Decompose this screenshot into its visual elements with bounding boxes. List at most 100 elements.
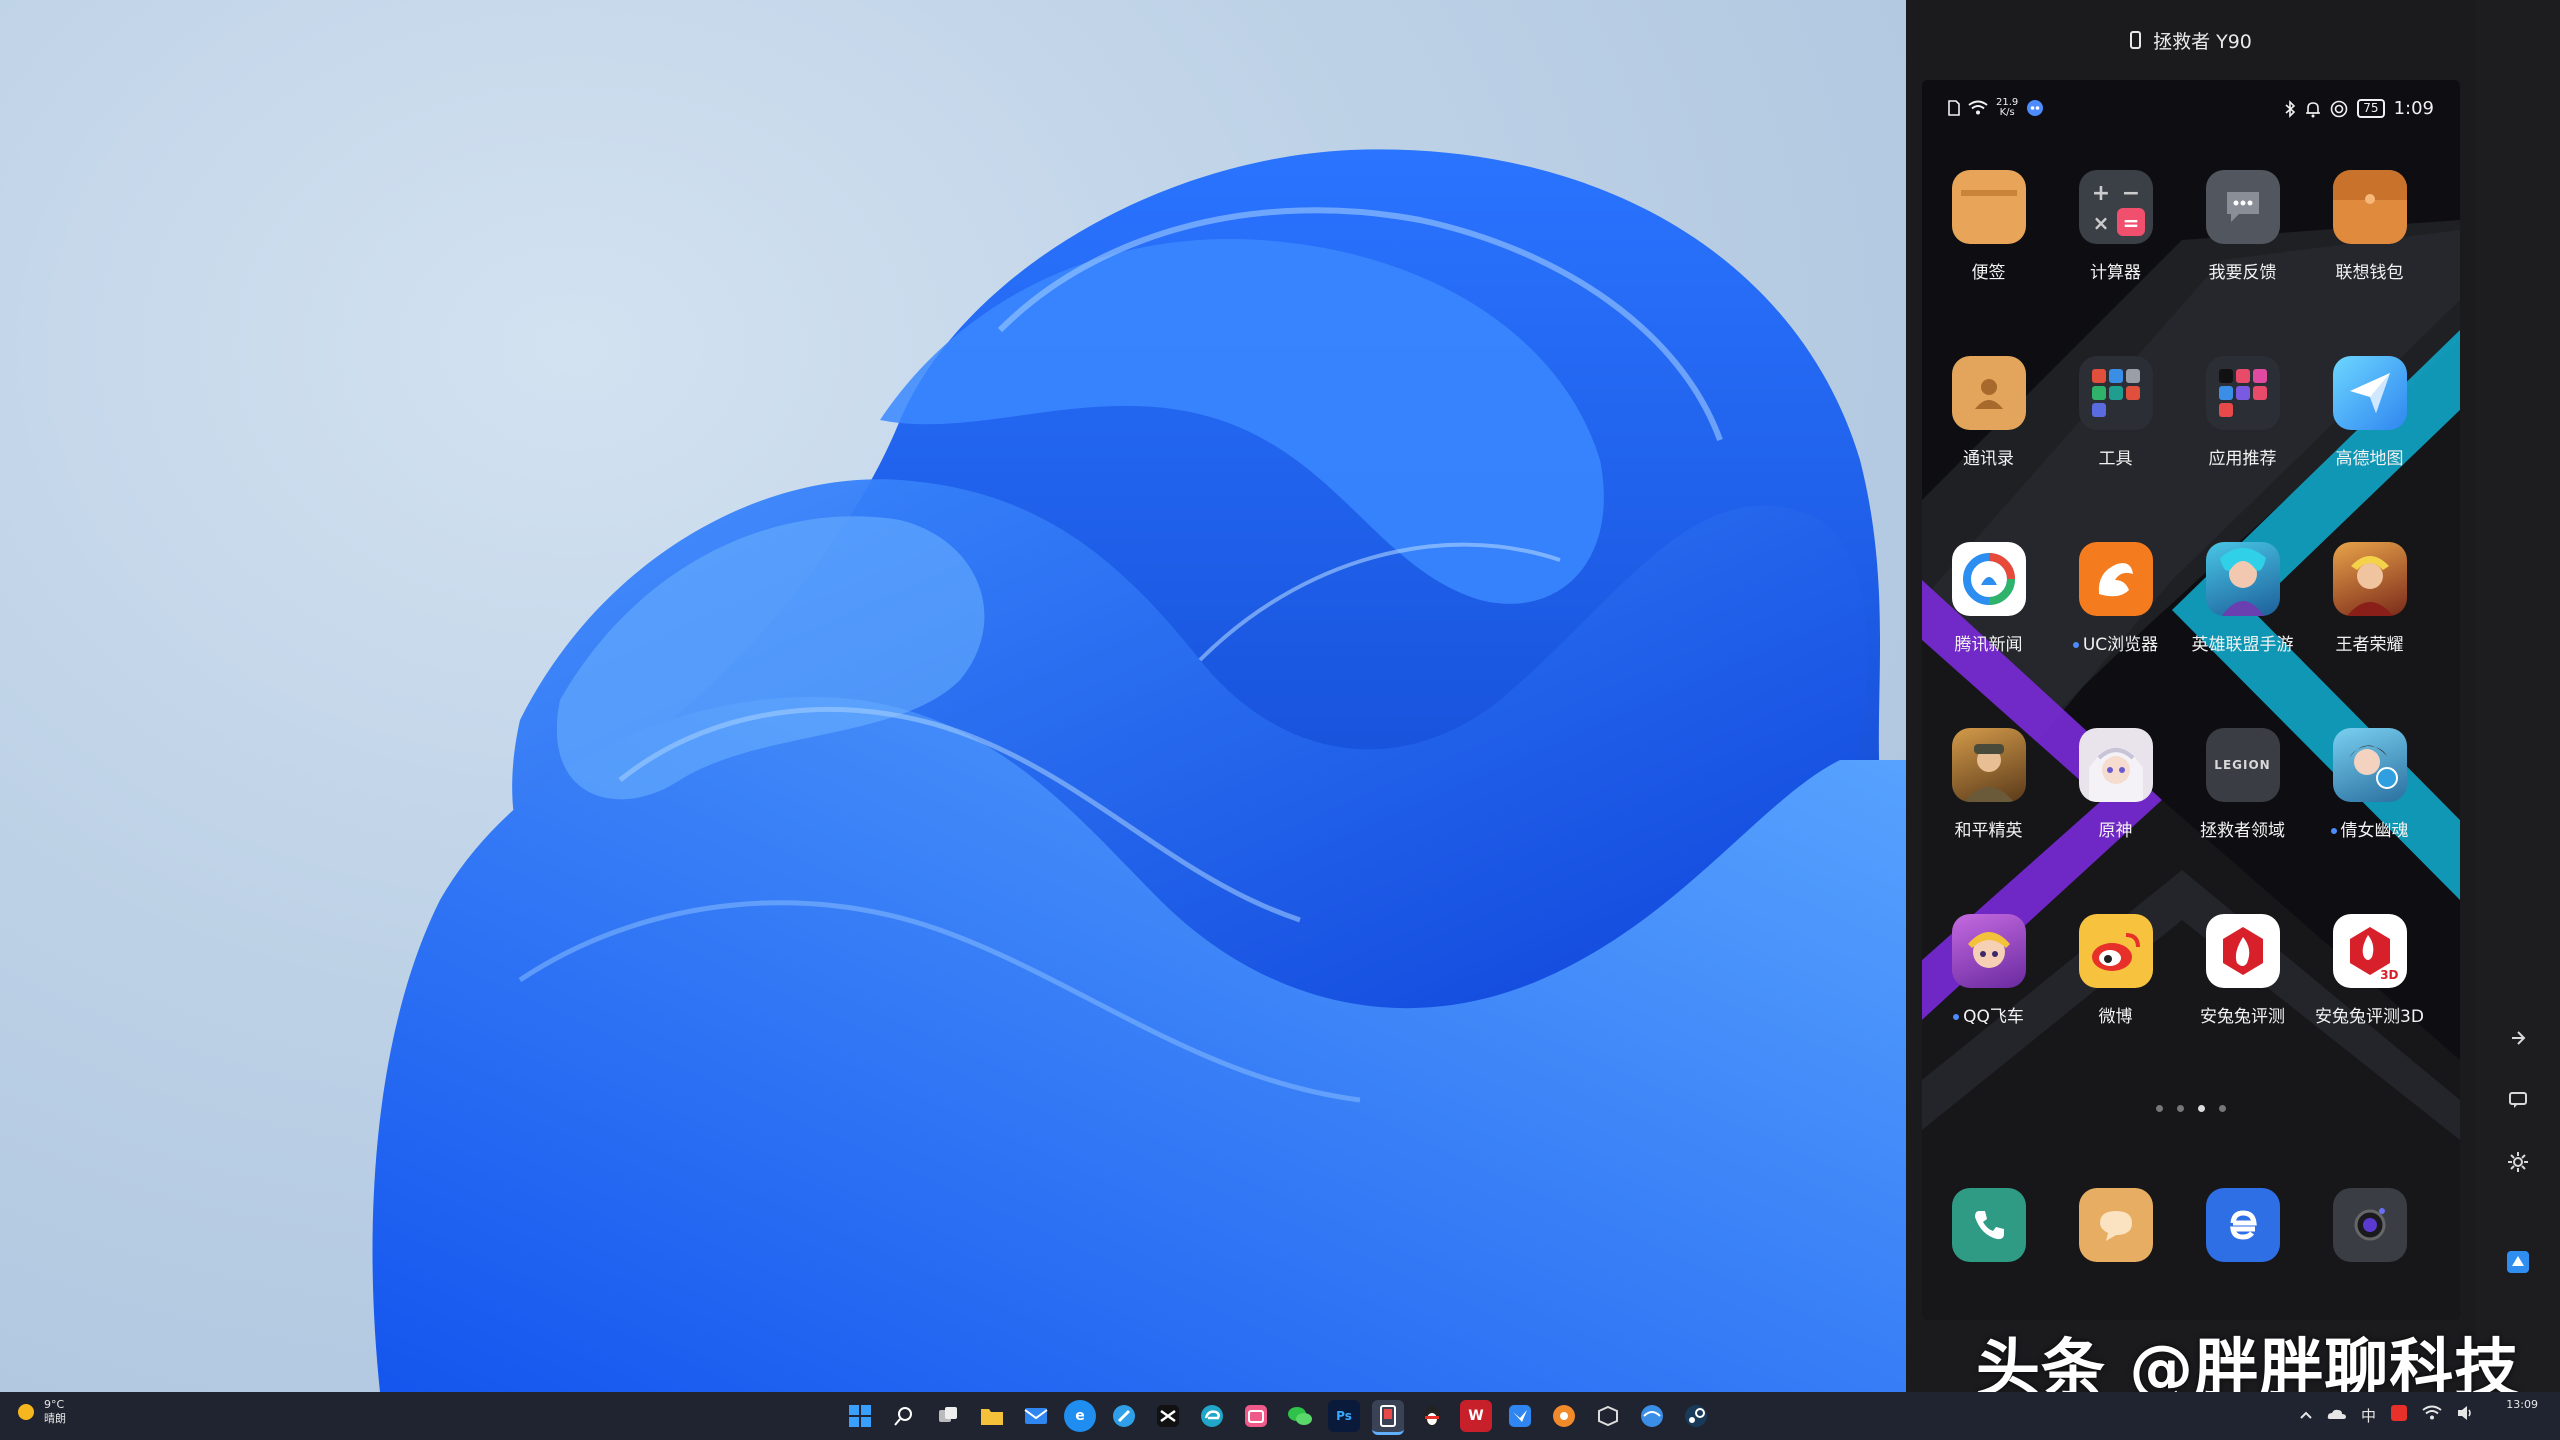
app-label: 原神 [2098,821,2133,841]
app-amap[interactable]: 高德地图 [2306,356,2433,516]
app-honor-of-kings[interactable]: 王者荣耀 [2306,542,2433,702]
app-uc-browser[interactable]: UC浏览器 [2052,542,2179,702]
task-view-button[interactable] [932,1400,964,1432]
svg-text:×: × [2092,211,2109,235]
app-contacts[interactable]: 通讯录 [1925,356,2052,516]
bell-icon [2305,100,2321,118]
phone-mirror-window[interactable]: 拯救者 Y90 21.9 K/s 75 1:09 便签 + − × = 计算器 … [1906,0,2476,1392]
browser-e-icon [2230,1210,2257,1240]
thunder-button[interactable] [1504,1400,1536,1432]
status-time: 1:09 [2393,98,2434,119]
dock-camera-app[interactable] [2333,1188,2407,1262]
app-notes[interactable]: 便签 [1925,170,2052,330]
page-dot[interactable] [2177,1105,2184,1112]
tencent-news-icon [1951,542,2026,616]
notes-icon [1951,170,2026,244]
phone-screen[interactable]: 21.9 K/s 75 1:09 便签 + − × = 计算器 我要反馈 联想钱… [1922,80,2460,1320]
browser-globe-button[interactable] [1636,1400,1668,1432]
app-folder-tools[interactable]: 工具 [2052,356,2179,516]
app-antutu-3d[interactable]: 3D 安兔兔评测3D [2306,914,2433,1074]
wps-button[interactable]: W [1460,1400,1492,1432]
page-dot[interactable] [2219,1105,2226,1112]
taskbar-app-icons: e Ps W [844,1400,1712,1435]
page-dot-active[interactable] [2198,1105,2205,1112]
app-label: 通讯录 [1963,449,2014,469]
app-label: QQ飞车 [1963,1007,2024,1027]
contacts-icon [1951,356,2026,430]
network-icon[interactable] [2422,1405,2442,1425]
browser-360-button[interactable]: e [1064,1400,1096,1432]
browser-e-icon: e [1075,1408,1085,1424]
message-button[interactable] [2502,1084,2534,1116]
game-soldier-icon [1951,728,2026,802]
app-label: 计算器 [2090,263,2141,283]
app-badge-button[interactable] [2502,1246,2534,1278]
app-weibo[interactable]: 微博 [2052,914,2179,1074]
app-qq-speed[interactable]: QQ飞车 [1925,914,2052,1074]
onedrive-icon[interactable] [2327,1406,2347,1424]
qq-button[interactable] [1416,1400,1448,1432]
svg-text:−: − [2121,181,2139,206]
chevron-up-icon[interactable] [2299,1406,2313,1424]
gear-app-button[interactable] [1592,1400,1624,1432]
phone-mirror-button[interactable] [1372,1400,1404,1435]
window-title-bar[interactable]: 拯救者 Y90 [1906,0,2476,80]
start-button[interactable] [844,1400,876,1432]
input-tool-icon[interactable] [2390,1404,2408,1426]
weather-widget[interactable]: 9°C 晴朗 [18,1398,66,1426]
app-label: 王者荣耀 [2335,635,2404,655]
settings-button[interactable] [2502,1146,2534,1178]
edge-button[interactable] [1196,1400,1228,1432]
tv-icon [1245,1405,1267,1427]
page-indicator[interactable] [1922,1105,2460,1112]
app-lol-wild-rift[interactable]: 英雄联盟手游 [2179,542,2306,702]
photoshop-button[interactable]: Ps [1328,1400,1360,1432]
mail-button[interactable] [1020,1400,1052,1432]
dock-messages-app[interactable] [2079,1188,2153,1262]
dock-browser-app[interactable] [2206,1188,2280,1262]
search-button[interactable] [888,1400,920,1432]
notification-dot [2072,642,2079,648]
wifi-icon [1968,100,1988,116]
clock-time: 13:09 [2506,1398,2538,1411]
media-player-button[interactable] [1548,1400,1580,1432]
antutu-3d-icon: 3D [2332,914,2407,988]
app-tencent-news[interactable]: 腾讯新闻 [1925,542,2052,702]
app-qiannv-youhun[interactable]: 倩女幽魂 [2306,728,2433,888]
app-label: 倩女幽魂 [2340,821,2409,841]
bilibili-button[interactable] [1240,1400,1272,1432]
desktop-wallpaper [0,0,1906,1392]
bird-icon [1509,1405,1531,1427]
app-genshin-impact[interactable]: 原神 [2052,728,2179,888]
folder-icon [981,1409,1003,1425]
app-calculator[interactable]: + − × = 计算器 [2052,170,2179,330]
app-peacekeeper-elite[interactable]: 和平精英 [1925,728,2052,888]
app-folder-recommended[interactable]: 应用推荐 [2179,356,2306,516]
app-label: 微博 [2098,1007,2133,1027]
taskbar-clock[interactable]: 13:09 [2506,1398,2538,1412]
app-label: 和平精英 [1954,821,2023,841]
data-saver-icon [2330,100,2348,118]
input-method[interactable]: 中 [2361,1405,2376,1426]
battery-level: 75 [2357,99,2385,118]
collapse-button[interactable] [2502,1022,2534,1054]
steam-button[interactable] [1680,1400,1712,1432]
edge-icon [1201,1405,1223,1427]
app-antutu-benchmark[interactable]: 安兔兔评测 [2179,914,2306,1074]
app-feedback[interactable]: 我要反馈 [2179,170,2306,330]
tools-folder-icon [2078,356,2153,430]
volume-icon[interactable] [2456,1405,2474,1425]
app-legion-realm[interactable]: LEGION 拯救者领域 [2179,728,2306,888]
phone-call-icon [1975,1211,2004,1240]
taskbar: 9°C 晴朗 e Ps W 中 13:09 [0,1392,2560,1440]
capcut-button[interactable] [1152,1400,1184,1432]
chat-icon [2509,1092,2527,1108]
wechat-button[interactable] [1284,1400,1316,1432]
dock-phone-app[interactable] [1952,1188,2026,1262]
app-label: 安兔兔评测 [2200,1007,2285,1027]
windows-logo-icon [849,1405,871,1427]
file-explorer-button[interactable] [976,1400,1008,1432]
feather-app-button[interactable] [1108,1400,1140,1432]
app-lenovo-wallet[interactable]: 联想钱包 [2306,170,2433,330]
page-dot-search[interactable] [2156,1105,2163,1112]
